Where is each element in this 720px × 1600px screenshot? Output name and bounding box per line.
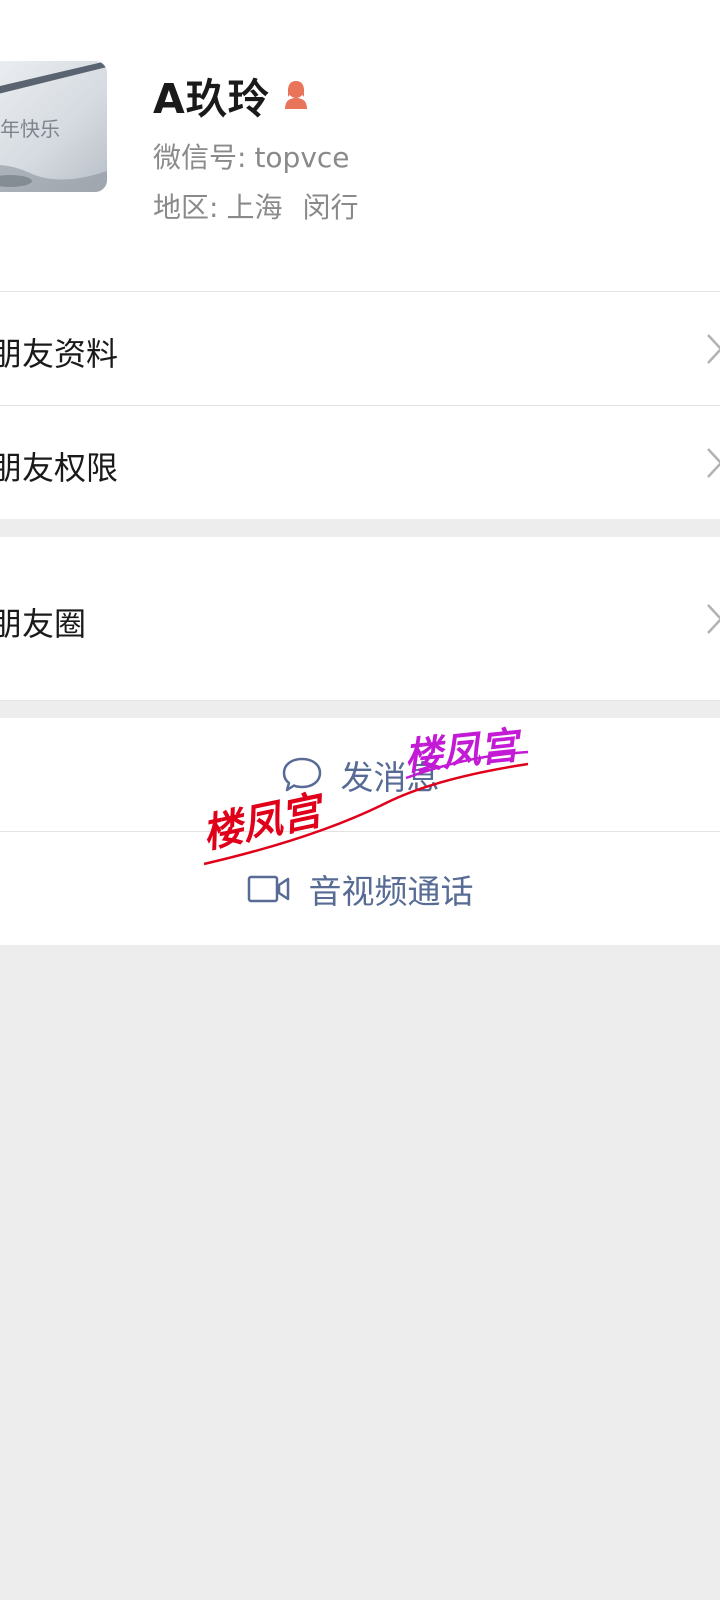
friend-permissions-row[interactable]: 朋友权限 [0,406,720,519]
region-label: 地区: [153,191,219,224]
region-city: 上海 [226,191,283,224]
wechat-id-label: 微信号: [153,141,247,174]
female-icon [280,79,312,111]
chevron-right-icon [707,448,720,478]
chevron-right-icon [707,334,720,364]
contact-profile-page: 新年快乐 A玖玲 微信号:topvce 地区:上海闵行 朋友资料 [0,0,720,1600]
profile-header: 新年快乐 A玖玲 微信号:topvce 地区:上海闵行 [0,0,720,291]
moments-label: 朋友圈 [0,605,87,643]
chat-bubble-icon [282,757,321,791]
svg-text:新年快乐: 新年快乐 [0,117,60,141]
name-row: A玖玲 [153,68,312,123]
region-district: 闵行 [302,191,359,224]
send-message-label: 发消息 [340,757,440,797]
wechat-id-value: topvce [254,141,350,174]
chevron-right-icon [707,604,720,634]
divider [0,700,720,701]
wechat-id-line: 微信号: topvce [153,136,350,176]
moments-row[interactable]: 朋友圈 [0,537,720,700]
friend-info-row[interactable]: 朋友资料 [0,292,720,405]
avatar[interactable]: 新年快乐 [0,61,107,192]
send-message-button[interactable]: 发消息 [0,718,720,831]
av-call-button[interactable]: 音视频通话 [0,832,720,945]
video-camera-icon [247,875,289,902]
friend-permissions-label: 朋友权限 [0,449,119,487]
region-line: 地区: 上海 闵行 [153,186,358,226]
av-call-label: 音视频通话 [308,871,474,911]
contact-name: A玖玲 [153,75,270,123]
avatar-image: 新年快乐 [0,61,107,192]
friend-info-label: 朋友资料 [0,335,119,373]
